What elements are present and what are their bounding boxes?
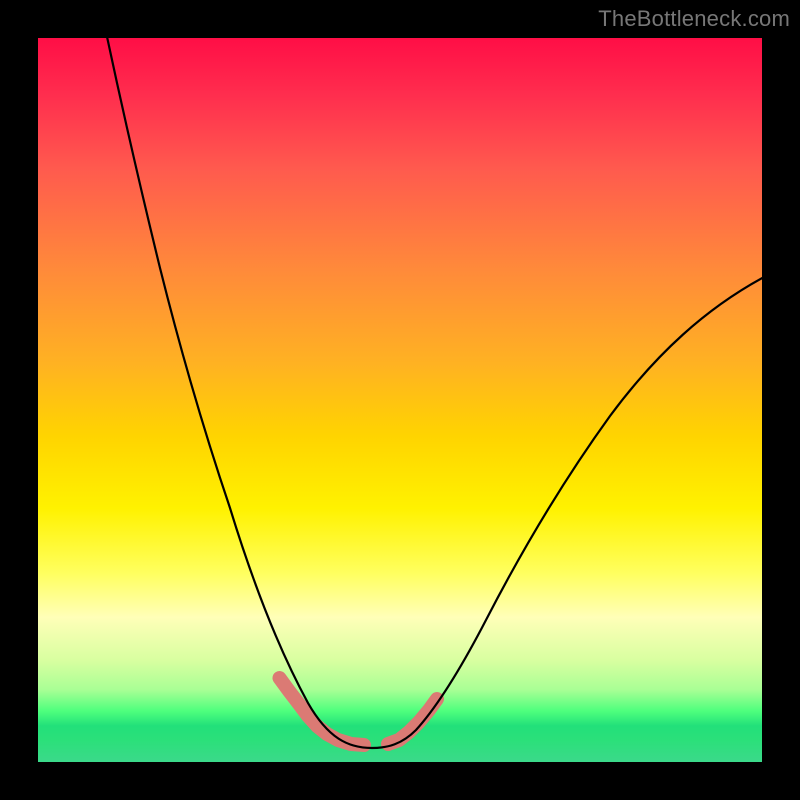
plot-area bbox=[38, 38, 762, 762]
main-curve bbox=[106, 38, 762, 748]
watermark-text: TheBottleneck.com bbox=[598, 6, 790, 32]
chart-frame: TheBottleneck.com bbox=[0, 0, 800, 800]
right-highlight-segment bbox=[388, 699, 437, 744]
highlight-group bbox=[280, 678, 438, 745]
left-highlight-segment bbox=[280, 678, 365, 745]
curve-svg bbox=[38, 38, 762, 762]
